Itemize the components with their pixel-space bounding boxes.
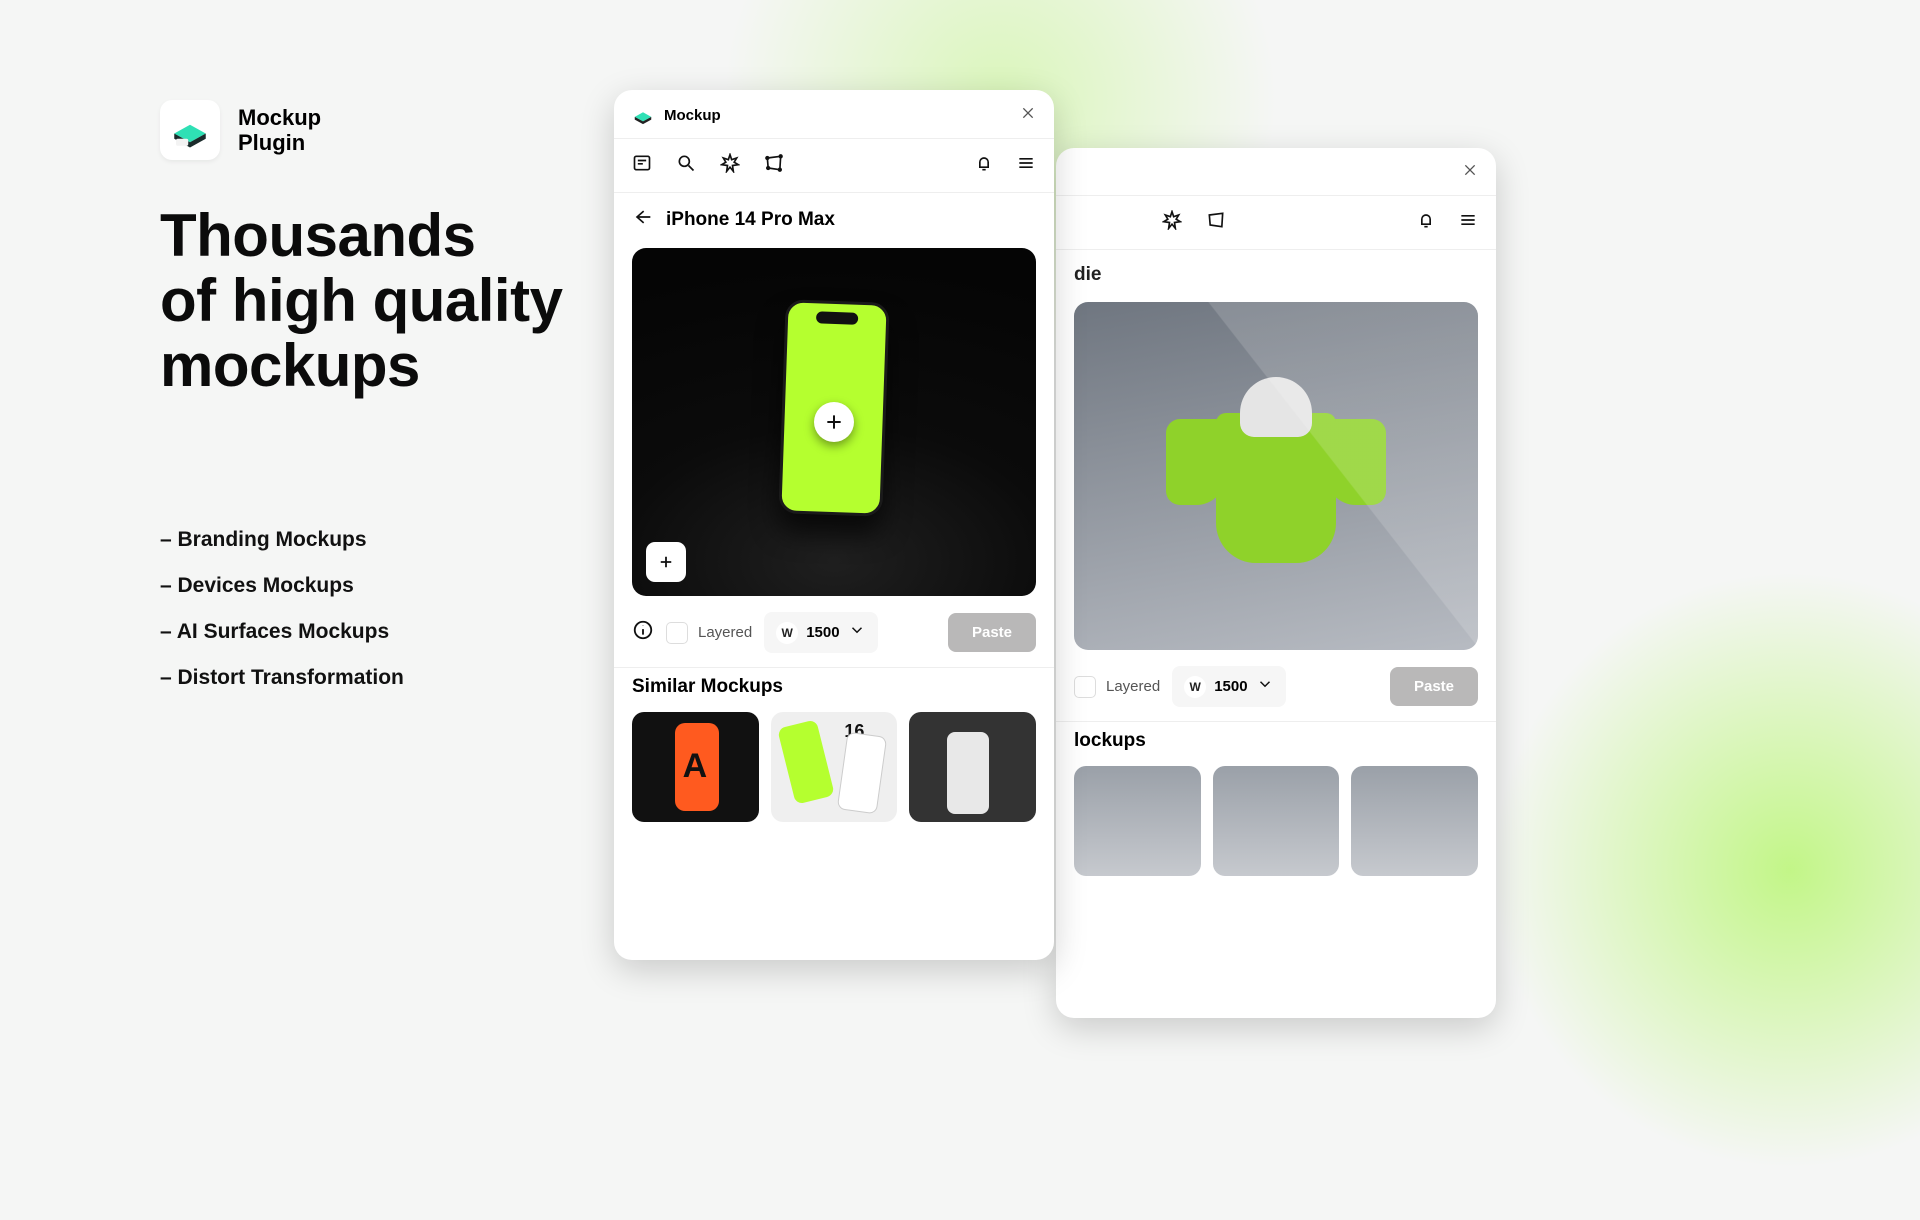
library-icon[interactable] [632,153,652,178]
layered-toggle[interactable]: Layered [666,622,752,644]
close-icon[interactable] [1020,105,1036,126]
checkbox-icon[interactable] [1074,676,1096,698]
similar-thumb[interactable]: A [632,712,759,822]
width-prefix: W [1184,676,1206,698]
brand-name: Mockup Plugin [238,105,321,156]
headline: Thousands of high quality mockups [160,204,600,398]
similar-thumb[interactable]: 16 [771,712,898,822]
menu-icon[interactable] [1458,210,1478,235]
layered-label: Layered [1106,678,1160,695]
similar-thumb[interactable] [1213,766,1340,876]
feature-item: – Distort Transformation [160,666,600,690]
paste-button[interactable]: Paste [948,613,1036,652]
breadcrumb-title: iPhone 14 Pro Max [666,209,835,231]
width-select[interactable]: W 1500 [764,612,877,653]
similar-thumb[interactable] [909,712,1036,822]
width-select[interactable]: W 1500 [1172,666,1285,707]
breadcrumb-title: die [1074,264,1101,286]
add-design-button[interactable] [814,402,854,442]
menu-icon[interactable] [1016,153,1036,178]
feature-item: – AI Surfaces Mockups [160,620,600,644]
width-prefix: W [776,622,798,644]
info-icon[interactable] [632,619,654,646]
add-layer-button[interactable] [646,542,686,582]
plugin-window-back: die Layered W 1500 Paste lockups [1056,148,1496,1018]
back-arrow-icon[interactable] [632,207,652,232]
feature-item: – Branding Mockups [160,528,600,552]
distort-icon[interactable] [764,153,784,178]
close-icon[interactable] [1462,162,1478,183]
search-icon[interactable] [676,153,696,178]
mockup-preview[interactable] [632,248,1036,596]
width-value: 1500 [806,624,839,641]
layered-toggle[interactable]: Layered [1074,676,1160,698]
bell-icon[interactable] [974,153,994,178]
similar-heading: Similar Mockups [614,668,1054,712]
plugin-logo-icon [632,104,654,126]
burst-icon[interactable] [720,153,740,178]
similar-thumb[interactable] [1074,766,1201,876]
similar-thumb[interactable] [1351,766,1478,876]
feature-item: – Devices Mockups [160,574,600,598]
brand-logo-icon [160,100,220,160]
plugin-window-front: Mockup iPhone 14 Pro Max [614,90,1054,960]
brand-block: Mockup Plugin [160,100,600,160]
bell-icon[interactable] [1416,210,1436,235]
feature-list: – Branding Mockups – Devices Mockups – A… [160,528,600,690]
burst-icon[interactable] [1162,210,1182,235]
marketing-panel: Mockup Plugin Thousands of high quality … [160,100,600,712]
similar-heading: lockups [1056,722,1496,766]
mockup-preview[interactable] [1074,302,1478,650]
paste-button[interactable]: Paste [1390,667,1478,706]
checkbox-icon[interactable] [666,622,688,644]
layered-label: Layered [698,624,752,641]
distort-icon[interactable] [1206,210,1226,235]
window-title: Mockup [664,107,721,124]
width-value: 1500 [1214,678,1247,695]
chevron-down-icon[interactable] [848,621,866,644]
chevron-down-icon[interactable] [1256,675,1274,698]
